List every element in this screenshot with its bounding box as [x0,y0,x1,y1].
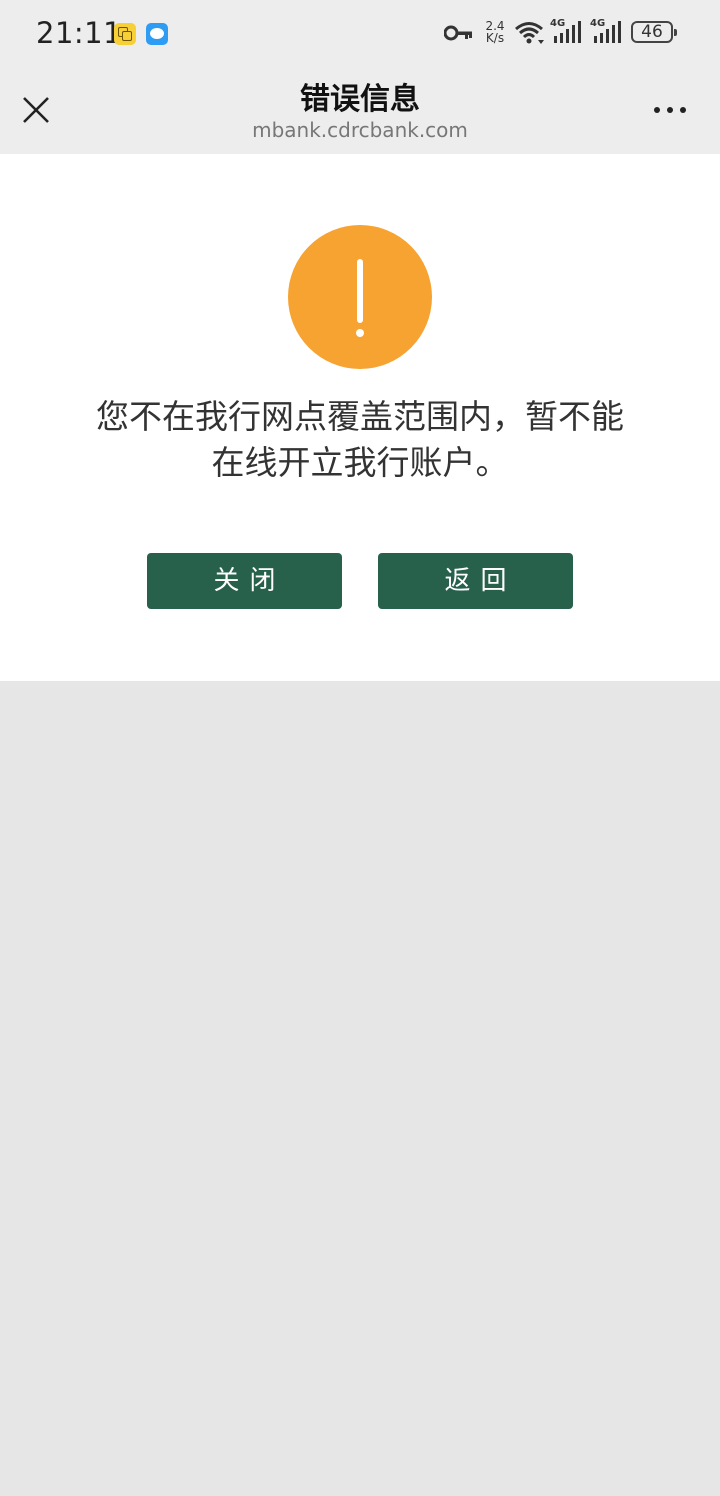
vpn-key-icon [444,25,472,41]
wifi-icon [515,22,544,44]
page-title: 错误信息 [300,82,420,117]
back-button[interactable]: 返回 [378,553,573,609]
warning-icon [288,225,432,369]
error-card: 您不在我行网点覆盖范围内，暂不能 在线开立我行账户。 关闭 返回 [0,154,720,681]
battery-level: 46 [641,22,663,42]
page-url: mbank.cdrcbank.com [252,118,468,142]
more-icon[interactable] [652,106,688,116]
error-message: 您不在我行网点覆盖范围内，暂不能 在线开立我行账户。 [60,394,660,486]
net-speed-unit: K/s [485,31,505,45]
signal-icon: 4G [550,18,584,50]
net-speed: 2.4 K/s [482,20,508,44]
error-message-line2: 在线开立我行账户。 [211,443,509,482]
battery-icon: 46 [631,21,677,43]
signal-icon: 4G [590,18,624,50]
status-time: 21:11 [36,16,123,50]
status-bar: 21:11 2.4 K/s 4G 4G 46 [0,0,720,70]
signal-type-label: 4G [550,18,566,29]
title-bar: 错误信息 mbank.cdrcbank.com [0,70,720,154]
message-bubble-icon [146,23,168,45]
app-notification-yellow-icon [114,23,136,45]
signal-type-label: 4G [590,18,606,29]
close-button[interactable]: 关闭 [147,553,342,609]
error-message-line1: 您不在我行网点覆盖范围内，暂不能 [96,397,624,436]
